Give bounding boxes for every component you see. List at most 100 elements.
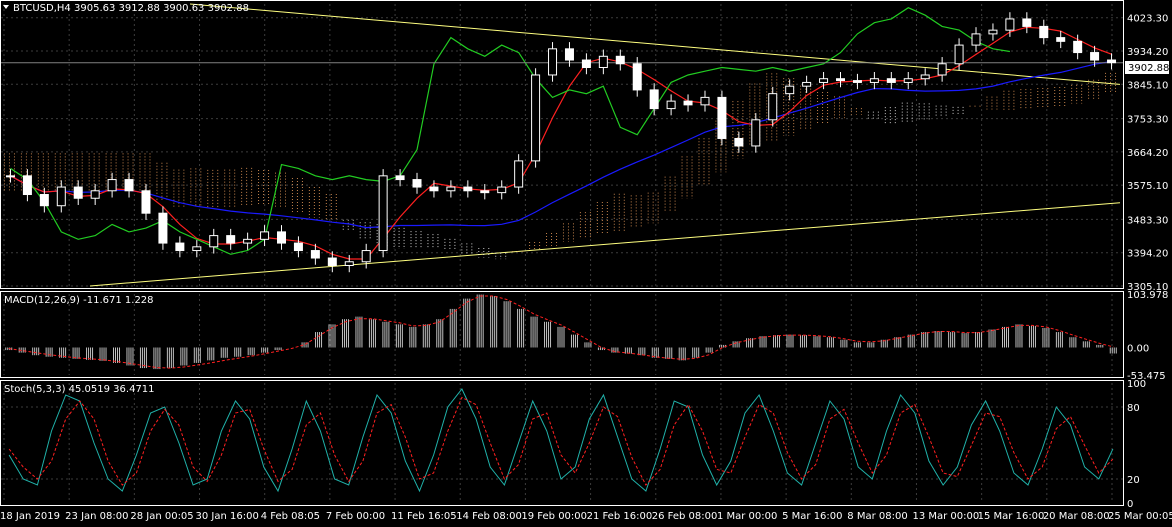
bear-candle-body <box>429 186 439 192</box>
bear-candle-body <box>649 89 659 110</box>
bear-candle-body <box>412 179 422 188</box>
bear-candle-body <box>632 63 642 91</box>
y-tick-label: 100 <box>1127 379 1146 390</box>
x-tick-label: 28 Jan 00:05 <box>130 511 193 522</box>
bull-candle-body <box>5 175 15 178</box>
bear-candle-body <box>615 55 625 65</box>
x-tick-label: 13 Mar 00:00 <box>912 511 979 522</box>
y-tick-label: 3934.20 <box>1127 47 1168 58</box>
bull-candle-body <box>107 179 117 192</box>
bull-candle-body <box>243 238 253 244</box>
bull-candle-body <box>700 96 710 106</box>
bear-candle-body <box>39 194 49 207</box>
bear-candle-body <box>158 212 168 244</box>
bear-candle-body <box>1039 25 1049 39</box>
x-tick-label: 5 Mar 16:00 <box>782 511 842 522</box>
x-tick-label: 11 Feb 16:05 <box>391 511 457 522</box>
stoch-title: Stoch(5,3,3) 45.0519 36.4711 <box>4 384 155 395</box>
trading-chart[interactable]: 4023.30 3934.20 3845.10 3753.30 3664.20 3575.… <box>0 0 1172 527</box>
bull-candle-body <box>260 231 270 240</box>
y-tick-label: 3845.10 <box>1127 80 1168 91</box>
bear-candle-body <box>717 96 727 139</box>
bear-candle-body <box>141 190 151 214</box>
x-tick-label: 8 Mar 08:00 <box>847 511 907 522</box>
bear-candle-body <box>1073 40 1083 54</box>
x-tick-label: 14 Feb 08:00 <box>456 511 522 522</box>
x-tick-label: 19 Feb 00:00 <box>521 511 587 522</box>
bull-candle-body <box>920 74 930 80</box>
bull-candle-body <box>344 261 354 266</box>
bull-candle-body <box>988 29 998 35</box>
bull-candle-body <box>56 186 66 207</box>
bull-candle-body <box>548 48 558 76</box>
y-tick-label: 103.978 <box>1127 290 1168 301</box>
bear-candle-body <box>734 137 744 147</box>
symbol-label: BTCUSD,H4 <box>13 3 71 14</box>
x-tick-label: 25 Mar 00:05 <box>1108 511 1172 522</box>
x-tick-label: 20 Mar 08:00 <box>1043 511 1110 522</box>
bear-candle-body <box>683 100 693 106</box>
x-tick-label: 21 Feb 16:00 <box>587 511 653 522</box>
bull-candle-body <box>785 85 795 95</box>
bear-candle-body <box>1090 52 1100 61</box>
bear-candle-body <box>73 186 83 199</box>
bear-candle-body <box>852 80 862 83</box>
y-tick-label: 3394.20 <box>1127 249 1168 260</box>
bear-candle-body <box>1056 37 1066 42</box>
y-tick-label: 0.00 <box>1127 343 1149 354</box>
bull-candle-body <box>514 160 524 188</box>
bear-candle-body <box>581 59 591 69</box>
y-tick-label: 3753.30 <box>1127 115 1168 126</box>
price-tag-text: 3902.88 <box>1128 63 1169 74</box>
chart-header: BTCUSD,H4 3905.63 3912.88 3900.63 3902.8… <box>3 3 249 14</box>
bull-candle-body <box>937 63 947 76</box>
bull-candle-body <box>903 78 913 83</box>
bull-candle-body <box>531 74 541 162</box>
bear-candle-body <box>310 250 320 259</box>
y-tick-label: 3483.30 <box>1127 215 1168 226</box>
x-tick-label: 7 Feb 00:00 <box>326 511 385 522</box>
x-tick-label: 1 Mar 00:00 <box>717 511 777 522</box>
ohlc-values: 3905.63 3912.88 3900.63 3902.88 <box>74 3 249 14</box>
chart-background <box>0 0 1172 527</box>
y-tick-label: 3664.20 <box>1127 148 1168 159</box>
bull-candle-body <box>598 55 608 69</box>
bear-candle-body <box>327 257 337 266</box>
x-axis-labels: 18 Jan 2019 23 Jan 08:00 28 Jan 00:05 30 Ja… <box>0 511 1172 522</box>
x-tick-label: 30 Jan 16:00 <box>196 511 259 522</box>
bull-candle-body <box>446 186 456 192</box>
y-tick-label: 20 <box>1127 475 1140 486</box>
bear-candle-body <box>480 190 490 194</box>
bear-candle-body <box>22 175 32 196</box>
x-tick-label: 26 Feb 08:00 <box>652 511 718 522</box>
bear-candle-body <box>463 186 473 192</box>
macd-title: MACD(12,26,9) -11.671 1.228 <box>4 295 154 306</box>
bull-candle-body <box>378 175 388 252</box>
bull-candle-body <box>802 81 812 87</box>
bear-candle-body <box>124 179 134 192</box>
bull-candle-body <box>497 186 507 194</box>
x-tick-label: 23 Jan 08:00 <box>65 511 128 522</box>
y-tick-label: 3575.10 <box>1127 181 1168 192</box>
bear-candle-body <box>1022 18 1032 27</box>
bear-candle-body <box>277 231 286 244</box>
bear-candle-body <box>836 78 845 82</box>
bear-candle-body <box>1107 59 1117 64</box>
current-price-tag: 3902.88 <box>1125 61 1169 74</box>
y-tick-label: 80 <box>1127 403 1140 414</box>
bull-candle-body <box>751 119 761 147</box>
bull-candle-body <box>90 190 100 199</box>
bear-candle-body <box>226 235 236 244</box>
bull-candle-body <box>971 33 981 46</box>
bull-candle-body <box>954 44 964 65</box>
y-tick-label: 4023.30 <box>1127 14 1168 25</box>
bull-candle-body <box>768 93 778 121</box>
bull-candle-body <box>192 246 202 252</box>
bear-candle-body <box>293 242 303 252</box>
bear-candle-body <box>395 175 405 181</box>
x-tick-label: 4 Feb 08:05 <box>261 511 320 522</box>
bull-candle-body <box>361 250 371 263</box>
x-tick-label: 18 Jan 2019 <box>0 511 60 522</box>
bear-candle-body <box>564 48 574 61</box>
bull-candle-body <box>819 78 829 83</box>
